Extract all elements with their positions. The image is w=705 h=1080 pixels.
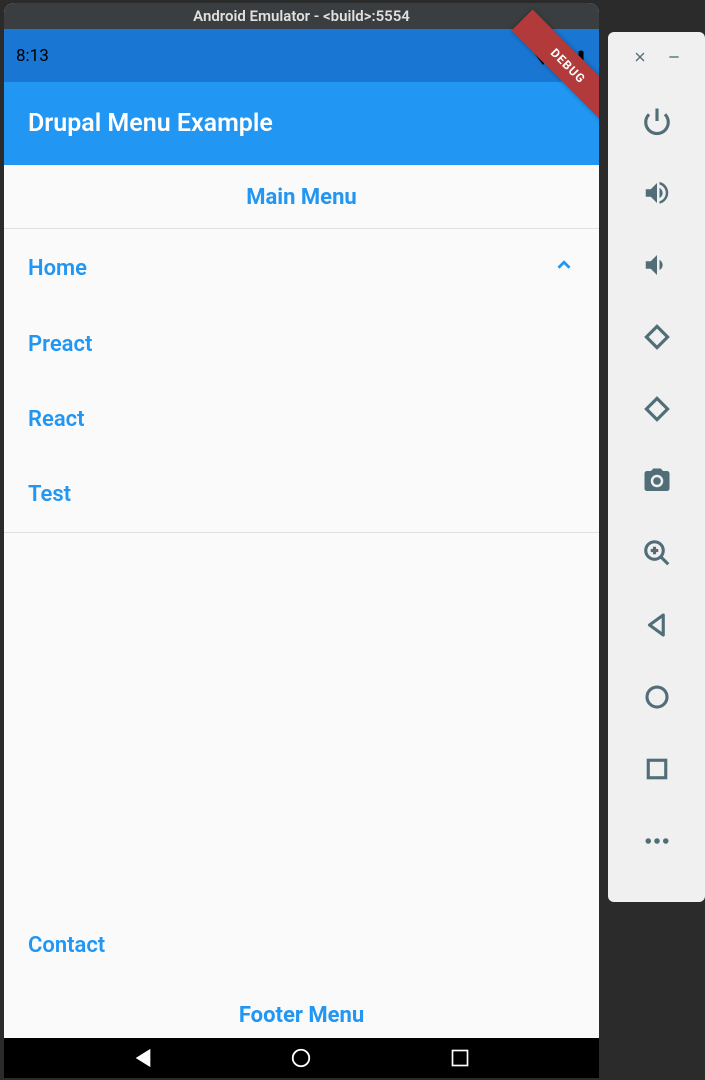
- home-button[interactable]: [632, 661, 682, 733]
- nav-home-button[interactable]: [288, 1045, 314, 1071]
- volume-down-button[interactable]: [632, 229, 682, 301]
- rotate-left-button[interactable]: [632, 301, 682, 373]
- menu-item-preact[interactable]: Preact: [4, 307, 599, 382]
- zoom-button[interactable]: [632, 517, 682, 589]
- footer-menu-area: Contact Footer Menu: [4, 908, 599, 1038]
- power-button[interactable]: [632, 85, 682, 157]
- back-button[interactable]: [632, 589, 682, 661]
- menu-item-label: Test: [28, 482, 71, 507]
- menu-item-react[interactable]: React: [4, 382, 599, 457]
- window-title: Android Emulator - <build>:5554: [193, 7, 410, 25]
- device-frame: 8:13 DEBUG Drupal Menu Example Main Menu…: [4, 29, 599, 1078]
- emulator-toolbar: [608, 32, 705, 902]
- menu-item-label: Contact: [28, 933, 105, 958]
- menu-item-label: React: [28, 407, 85, 432]
- content-spacer: [4, 533, 599, 908]
- close-icon[interactable]: [630, 47, 650, 67]
- status-bar: 8:13 DEBUG: [4, 29, 599, 82]
- overview-button[interactable]: [632, 733, 682, 805]
- app-bar: Drupal Menu Example: [4, 82, 599, 165]
- main-menu-list: Home Preact React Test: [4, 229, 599, 533]
- app-content: Main Menu Home Preact React Test: [4, 165, 599, 1038]
- nav-back-button[interactable]: [130, 1045, 156, 1071]
- chevron-up-icon: [553, 254, 575, 282]
- menu-item-home[interactable]: Home: [4, 229, 599, 307]
- menu-item-test[interactable]: Test: [4, 457, 599, 532]
- minimize-icon[interactable]: [664, 47, 684, 67]
- more-button[interactable]: [632, 805, 682, 877]
- nav-recent-button[interactable]: [447, 1045, 473, 1071]
- main-menu-header[interactable]: Main Menu: [4, 165, 599, 229]
- android-nav-bar: [4, 1038, 599, 1078]
- window-titlebar: Android Emulator - <build>:5554: [4, 3, 599, 29]
- menu-item-label: Preact: [28, 332, 92, 357]
- screenshot-button[interactable]: [632, 445, 682, 517]
- volume-up-button[interactable]: [632, 157, 682, 229]
- status-time: 8:13: [16, 46, 49, 66]
- menu-item-label: Home: [28, 256, 87, 281]
- rotate-right-button[interactable]: [632, 373, 682, 445]
- emulator-window: Android Emulator - <build>:5554 8:13 DEB…: [4, 3, 599, 1078]
- footer-menu-header[interactable]: Footer Menu: [4, 983, 599, 1038]
- app-title: Drupal Menu Example: [28, 109, 273, 138]
- menu-item-contact[interactable]: Contact: [4, 908, 599, 983]
